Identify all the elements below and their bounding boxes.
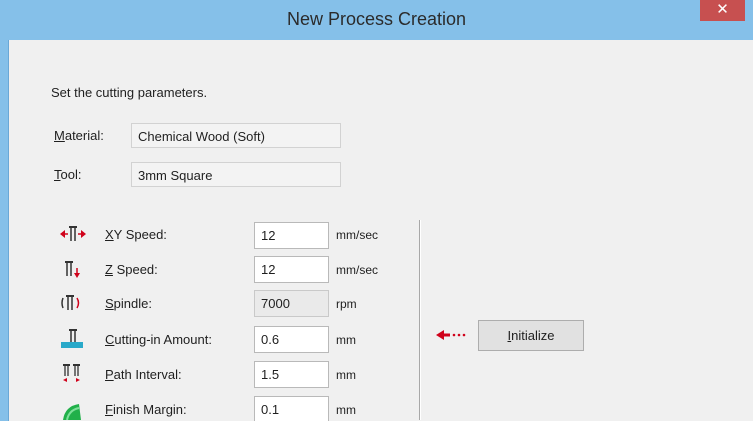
z-speed-unit: mm/sec [336, 263, 378, 277]
cutting-in-icon [61, 329, 83, 348]
z-speed-input[interactable]: 12 [254, 256, 329, 283]
red-arrow-left-icon [436, 330, 466, 340]
spindle-icon [61, 295, 80, 310]
title-bar[interactable]: New Process Creation ✕ [0, 0, 753, 40]
close-button[interactable]: ✕ [700, 0, 745, 21]
spindle-input: 7000 [254, 290, 329, 317]
window-title: New Process Creation [286, 9, 467, 29]
xy-speed-label: XY Speed: [105, 227, 167, 242]
finish-margin-icon [63, 404, 81, 420]
cutting-in-label: Cutting-in Amount: [105, 332, 212, 347]
path-interval-unit: mm [336, 368, 356, 382]
path-interval-label: Path Interval: [105, 367, 182, 382]
finish-margin-unit: mm [336, 403, 356, 417]
path-interval-icon [63, 364, 80, 382]
vertical-divider [419, 220, 420, 420]
finish-margin-input[interactable]: 0.1 [254, 396, 329, 421]
dialog-body: Set the cutting parameters. Material: Ch… [8, 40, 753, 421]
instruction-text: Set the cutting parameters. [51, 85, 208, 100]
close-icon: ✕ [716, 1, 729, 18]
xy-speed-icon [60, 226, 86, 241]
z-speed-icon [65, 261, 80, 278]
spindle-label: Spindle: [105, 296, 152, 311]
xy-speed-unit: mm/sec [336, 228, 378, 242]
cutting-in-unit: mm [336, 333, 356, 347]
material-label: Material: [54, 128, 104, 143]
initialize-button[interactable]: Initialize [478, 320, 584, 351]
initialize-label: Initialize [507, 328, 555, 343]
cutting-in-input[interactable]: 0.6 [254, 326, 329, 353]
dialog-window: New Process Creation ✕ Set the cutting p… [0, 0, 753, 421]
z-speed-label: Z Speed: [105, 262, 158, 277]
path-interval-input[interactable]: 1.5 [254, 361, 329, 388]
spindle-unit: rpm [336, 297, 357, 311]
material-field: Chemical Wood (Soft) [131, 123, 341, 148]
finish-margin-label: Finish Margin: [105, 402, 187, 417]
tool-label: Tool: [54, 167, 82, 182]
tool-field: 3mm Square [131, 162, 341, 187]
xy-speed-input[interactable]: 12 [254, 222, 329, 249]
